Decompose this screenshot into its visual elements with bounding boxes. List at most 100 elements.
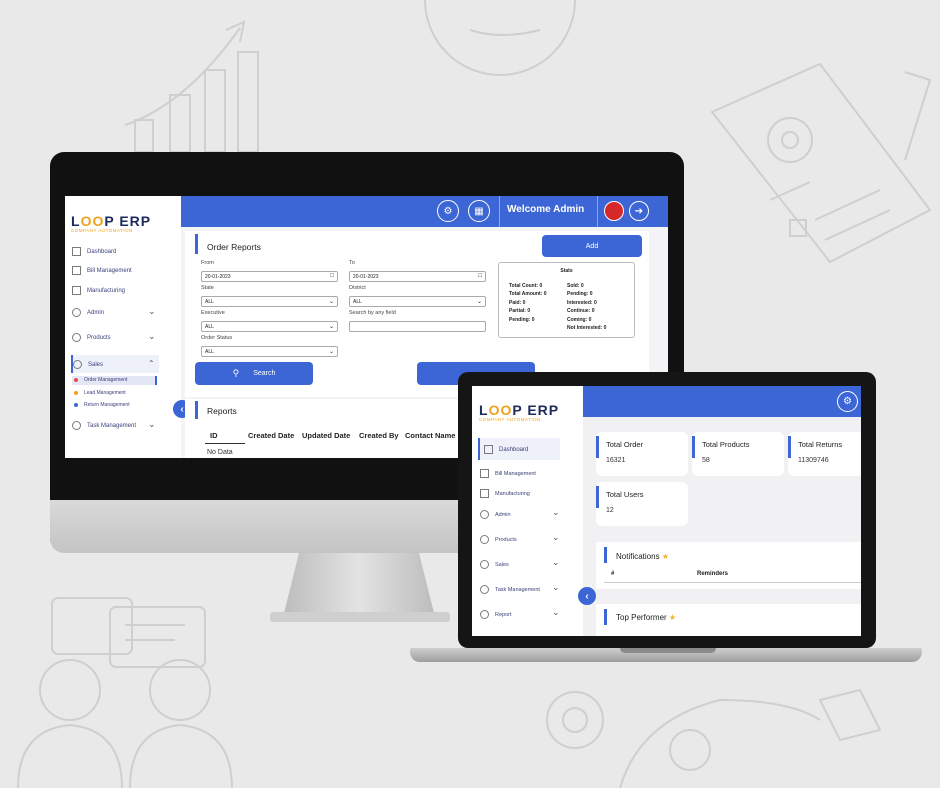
sidebar-item-label: Products [87, 334, 111, 341]
submenu-order-management[interactable]: Order Management [74, 377, 127, 383]
chevron-up-icon[interactable]: ⌃ [148, 359, 155, 368]
submenu-return-management[interactable]: Return Management [74, 402, 130, 408]
sidebar-item-manufacturing[interactable]: Manufacturing [72, 286, 125, 295]
topbar-divider [597, 196, 598, 227]
chevron-down-icon[interactable]: ⌄ [148, 419, 156, 430]
sidebar-item-bill-management[interactable]: Bill Management [72, 266, 132, 275]
bill-icon [72, 266, 81, 275]
notification-bell-icon[interactable]: ⚙ [837, 391, 858, 412]
chevron-down-icon[interactable]: ⌄ [148, 306, 156, 317]
stat-sold: Sold: 0 [567, 283, 584, 289]
title-accent-bar [195, 401, 198, 419]
stat-not-interested: Not Interested: 0 [567, 325, 607, 332]
logo: LOOP ERP [71, 213, 152, 229]
orange-dot-icon [74, 391, 78, 395]
submenu-lead-management[interactable]: Lead Management [74, 390, 126, 396]
products-icon [72, 333, 81, 342]
reports-title: Reports [207, 406, 237, 416]
sidebar-item-dashboard[interactable]: Dashboard [72, 247, 116, 256]
table-divider [604, 582, 861, 583]
state-label: State [201, 285, 214, 291]
to-date-value: 20-01-2023 [353, 274, 379, 280]
star-icon: ★ [661, 552, 669, 561]
notification-bell-icon[interactable]: ⚙ [437, 200, 459, 222]
chevron-down-icon: ⌄ [328, 349, 334, 355]
col-header-created-by: Created By [359, 431, 399, 440]
sidebar-item-manufacturing[interactable]: Manufacturing [480, 489, 530, 498]
analytics-chart-icon[interactable]: ▦ [468, 200, 490, 222]
grid-icon [72, 247, 81, 256]
order-status-label: Order Status [201, 335, 233, 341]
logo-subtitle: COMPANY AUTOMATION [479, 417, 541, 422]
chevron-down-icon[interactable]: ⌄ [552, 507, 560, 518]
kpi-title: Total Products [702, 440, 750, 449]
chevron-down-icon[interactable]: ⌄ [148, 331, 156, 342]
sidebar-item-task-management[interactable]: Task Management [72, 421, 136, 430]
kpi-accent-bar [596, 436, 599, 458]
add-button[interactable]: Add [542, 235, 642, 257]
kpi-value: 12 [606, 507, 614, 514]
stats-box: Stats Total Count: 0 Total Amount: 0 Pai… [498, 262, 635, 338]
search-icon: ⚲ [232, 368, 240, 378]
search-button[interactable]: ⚲ Search [195, 362, 313, 385]
stat-coming: Coming: 0 [567, 316, 592, 323]
sidebar-item-task-management[interactable]: Task Management [480, 585, 540, 594]
bill-icon [480, 469, 489, 478]
sidebar-item-sales[interactable]: Sales [480, 560, 509, 569]
order-status-value: ALL [205, 349, 214, 355]
collapse-sidebar-button[interactable]: ‹ [578, 587, 596, 605]
notifications-title: Notifications ★ [616, 552, 669, 561]
factory-icon [72, 286, 81, 295]
laptop-sidebar: LOOP ERP COMPANY AUTOMATION Dashboard Bi… [472, 386, 583, 636]
sidebar-item-label: Admin [87, 309, 105, 316]
sales-icon [480, 560, 489, 569]
submenu-label: Lead Management [84, 390, 126, 396]
order-status-select[interactable]: ALL ⌄ [201, 346, 338, 357]
kpi-card-total-products: Total Products 58 [692, 432, 784, 476]
submenu-label: Order Management [84, 377, 128, 383]
sidebar-item-admin[interactable]: Admin [480, 510, 511, 519]
col-header-created-date: Created Date [248, 431, 295, 440]
executive-select[interactable]: ALL ⌄ [201, 321, 338, 332]
sidebar-item-sales[interactable]: Sales [73, 360, 103, 369]
user-avatar[interactable] [604, 201, 624, 221]
sidebar-item-label: Dashboard [87, 248, 117, 255]
calendar-icon[interactable]: □ [330, 273, 334, 279]
chevron-down-icon[interactable]: ⌄ [552, 582, 560, 593]
stat-continue: Continue: 0 [567, 308, 595, 315]
laptop-notch [620, 648, 716, 653]
kpi-accent-bar [692, 436, 695, 458]
blue-dot-icon [74, 403, 78, 407]
factory-icon [480, 489, 489, 498]
district-value: ALL [353, 299, 362, 305]
chevron-down-icon[interactable]: ⌄ [552, 557, 560, 568]
sidebar-item-report[interactable]: Report [480, 610, 512, 619]
products-icon [480, 535, 489, 544]
logout-icon[interactable]: ➔ [629, 201, 649, 221]
from-date-input[interactable]: 20-01-2023 □ [201, 271, 338, 282]
state-select[interactable]: ALL ⌄ [201, 296, 338, 307]
calendar-icon[interactable]: □ [478, 273, 482, 279]
search-input[interactable] [349, 321, 486, 332]
sidebar-item-products[interactable]: Products [480, 535, 517, 544]
admin-icon [480, 510, 489, 519]
sidebar-item-admin[interactable]: Admin [72, 308, 104, 317]
kpi-value: 58 [702, 457, 710, 464]
sidebar-item-dashboard[interactable]: Dashboard [484, 445, 528, 454]
stats-title: Stats [560, 268, 573, 274]
logo-subtitle: COMPANY AUTOMATION [71, 228, 133, 233]
chevron-down-icon[interactable]: ⌄ [552, 607, 560, 618]
to-date-input[interactable]: 20-01-2023 □ [349, 271, 486, 282]
kpi-value: 16321 [606, 457, 626, 464]
to-label: To [349, 260, 355, 266]
sidebar-item-bill-management[interactable]: Bill Management [480, 469, 536, 478]
kpi-card-total-order: Total Order 16321 [596, 432, 688, 476]
executive-value: ALL [205, 324, 214, 330]
district-select[interactable]: ALL ⌄ [349, 296, 486, 307]
sidebar-item-products[interactable]: Products [72, 333, 111, 342]
submenu-label: Return Management [84, 402, 130, 408]
district-label: District [349, 285, 366, 291]
col-header-contact-name: Contact Name [405, 431, 456, 440]
chevron-down-icon[interactable]: ⌄ [552, 532, 560, 543]
chevron-down-icon: ⌄ [328, 299, 334, 305]
